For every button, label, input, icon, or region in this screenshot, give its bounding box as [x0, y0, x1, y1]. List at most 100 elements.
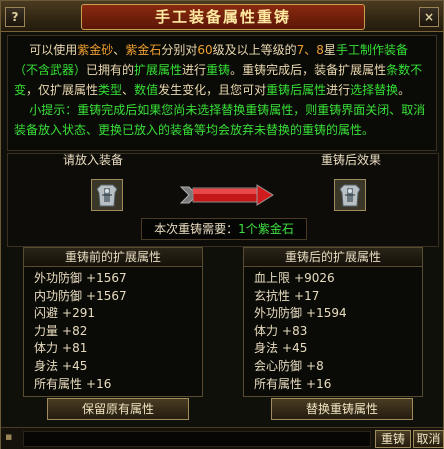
- attr-value: +83: [282, 323, 308, 338]
- attr-value: +16: [306, 376, 332, 391]
- help-button[interactable]: ?: [5, 7, 25, 27]
- cancel-button[interactable]: 取消: [413, 430, 444, 448]
- attr-row: 内功防御 +1567: [34, 288, 194, 306]
- desc-text: 已拥有的: [86, 63, 135, 77]
- before-panel-title: 重铸前的扩展属性: [24, 248, 202, 267]
- after-attributes-panel: 重铸后的扩展属性 血上限 +9026 玄抗性 +17 外功防御 +1594 体力 +83…: [243, 247, 423, 397]
- attr-name: 闪避: [34, 306, 59, 321]
- desc-ext-attr: 扩展属性: [134, 63, 183, 77]
- after-attr-list: 血上限 +9026 玄抗性 +17 外功防御 +1594 体力 +83 身法 +45 会心…: [254, 270, 414, 393]
- bottom-bar: ▪ 重铸 取消: [1, 427, 444, 449]
- attr-value: +9026: [294, 271, 335, 285]
- keep-original-button[interactable]: 保留原有属性: [47, 398, 189, 420]
- attr-value: +1594: [306, 306, 347, 321]
- attr-value: +81: [62, 341, 88, 356]
- after-slot-label: 重铸后效果: [321, 153, 382, 167]
- desc-text: 、: [122, 83, 135, 97]
- attr-name: 所有属性: [254, 376, 303, 391]
- arrow-icon: [179, 184, 274, 206]
- help-icon: ?: [11, 10, 19, 24]
- cost-label: 本次重铸需要：: [154, 222, 239, 236]
- attr-value: +17: [294, 288, 320, 303]
- recast-button[interactable]: 重铸: [375, 430, 411, 448]
- attr-name: 体力: [254, 323, 279, 338]
- attr-name: 外功防御: [34, 271, 83, 285]
- desc-value: 数值: [134, 83, 159, 97]
- attr-value: +8: [306, 358, 324, 373]
- after-panel-title: 重铸后的扩展属性: [244, 248, 422, 267]
- desc-text: ，仅扩展属性: [26, 83, 99, 97]
- attr-row: 外功防御 +1594: [254, 305, 414, 323]
- tip-text: 小提示：重铸完成后如果您尚未选择替换重铸属性，则重铸界面关闭、取消装备放入状态、…: [14, 100, 430, 140]
- cost-item: 紫金石: [257, 222, 294, 236]
- desc-level: 60: [197, 43, 213, 57]
- attr-value: +16: [86, 376, 112, 391]
- attr-row: 身法 +45: [34, 358, 194, 376]
- description-text: 可以使用紫金砂、紫金石分别对60级及以上等级的7、8星手工制作装备（不含武器）已…: [14, 40, 430, 100]
- desc-text: 级及以上等级的: [212, 43, 297, 57]
- attr-row: 所有属性 +16: [254, 376, 414, 394]
- attr-value: +1567: [86, 288, 127, 303]
- close-button[interactable]: ×: [419, 7, 439, 27]
- armor-icon: [92, 180, 122, 210]
- title-bar[interactable]: ? 手工装备属性重铸 ×: [1, 1, 443, 32]
- close-icon: ×: [423, 10, 435, 24]
- description-panel: 可以使用紫金砂、紫金石分别对60级及以上等级的7、8星手工制作装备（不含武器）已…: [7, 35, 437, 151]
- attr-name: 外功防御: [254, 306, 303, 321]
- desc-text: 发生变化，且您可对: [158, 83, 267, 97]
- desc-item2: 紫金石: [125, 43, 162, 57]
- window-title: 手工装备属性重铸: [81, 4, 365, 30]
- attr-name: 力量: [34, 323, 59, 338]
- desc-recast: 重铸: [206, 63, 231, 77]
- attr-value: +45: [282, 341, 308, 356]
- desc-text: 进行: [326, 83, 351, 97]
- before-slot-label: 请放入装备: [63, 153, 124, 167]
- attr-name: 内功防御: [34, 288, 83, 303]
- desc-recast-attr: 重铸后属性: [266, 83, 327, 97]
- equipment-slot-before[interactable]: [91, 179, 123, 211]
- desc-text: 可以使用: [29, 43, 78, 57]
- before-attributes-panel: 重铸前的扩展属性 外功防御 +1567 内功防御 +1567 闪避 +291 力量 +8…: [23, 247, 203, 397]
- attr-row: 会心防御 +8: [254, 358, 414, 376]
- desc-text: 、: [113, 43, 126, 57]
- cost-count: 1个: [238, 222, 258, 236]
- equipment-slot-after[interactable]: [334, 179, 366, 211]
- attr-value: +291: [62, 306, 95, 321]
- attr-row: 血上限 +9026: [254, 270, 414, 288]
- attr-value: +1567: [86, 271, 127, 285]
- recast-window: ? 手工装备属性重铸 × 可以使用紫金砂、紫金石分别对60级及以上等级的7、8星…: [0, 0, 444, 449]
- desc-handmade: 手工制作装备: [335, 43, 408, 57]
- desc-text: 星: [323, 43, 336, 57]
- attr-row: 力量 +82: [34, 323, 194, 341]
- before-attr-list: 外功防御 +1567 内功防御 +1567 闪避 +291 力量 +82 体力 +81 身…: [34, 270, 194, 393]
- armor-icon: [335, 180, 365, 210]
- attr-name: 体力: [34, 341, 59, 356]
- attr-name: 会心防御: [254, 358, 303, 373]
- tip-body: 小提示：重铸完成后如果您尚未选择替换重铸属性，则重铸界面关闭、取消装备放入状态、…: [14, 103, 426, 137]
- attr-row: 玄抗性 +17: [254, 288, 414, 306]
- attr-name: 所有属性: [34, 376, 83, 391]
- attr-name: 身法: [254, 341, 279, 356]
- attr-value: +45: [62, 358, 88, 373]
- desc-item1: 紫金砂: [77, 43, 114, 57]
- attr-row: 所有属性 +16: [34, 376, 194, 394]
- desc-select-replace: 选择替换: [350, 83, 399, 97]
- attr-name: 玄抗性: [254, 288, 291, 303]
- desc-text: 。重铸完成后，装备扩展属性: [230, 63, 387, 77]
- replace-recast-button[interactable]: 替换重铸属性: [271, 398, 413, 420]
- attr-row: 外功防御 +1567: [34, 270, 194, 288]
- attr-row: 身法 +45: [254, 340, 414, 358]
- resize-grip-icon[interactable]: ▪: [5, 430, 12, 443]
- bottom-empty-field: [23, 431, 371, 447]
- attr-row: 体力 +83: [254, 323, 414, 341]
- desc-text: 进行: [182, 63, 207, 77]
- desc-stars: 7、8: [296, 43, 324, 57]
- attr-row: 体力 +81: [34, 340, 194, 358]
- attr-value: +82: [62, 323, 88, 338]
- attr-row: 闪避 +291: [34, 305, 194, 323]
- attr-name: 血上限: [254, 271, 291, 285]
- desc-text: 分别对: [161, 43, 198, 57]
- desc-no-weapon: （不含武器）: [14, 63, 87, 77]
- recast-cost: 本次重铸需要：1个紫金石: [141, 218, 307, 240]
- desc-text: 。: [398, 83, 411, 97]
